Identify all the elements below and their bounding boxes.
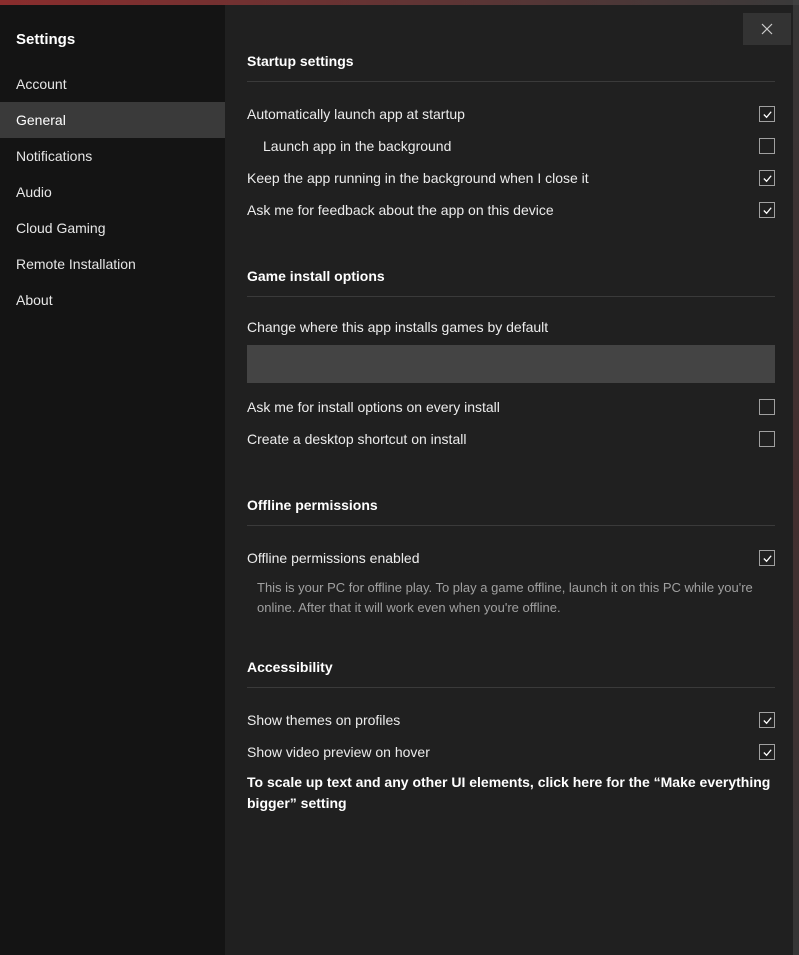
checkbox-feedback[interactable] [759,202,775,218]
label-themes: Show themes on profiles [247,712,400,728]
label-video-preview: Show video preview on hover [247,744,430,760]
right-edge-decoration [793,0,799,955]
checkbox-keep-running[interactable] [759,170,775,186]
install-location-select[interactable] [247,345,775,383]
label-desktop-shortcut: Create a desktop shortcut on install [247,431,466,447]
check-icon [762,715,773,726]
check-icon [762,109,773,120]
checkbox-desktop-shortcut[interactable] [759,431,775,447]
label-launch-bg: Launch app in the background [247,138,451,154]
row-ask-options: Ask me for install options on every inst… [247,391,775,423]
row-offline-enabled: Offline permissions enabled [247,542,775,574]
close-icon [761,23,773,35]
checkbox-launch-bg[interactable] [759,138,775,154]
checkbox-themes[interactable] [759,712,775,728]
row-auto-launch: Automatically launch app at startup [247,98,775,130]
sidebar-title: Settings [0,23,225,66]
section-install: Game install options Change where this a… [247,268,775,455]
scale-settings-link[interactable]: To scale up text and any other UI elemen… [247,768,775,814]
checkbox-offline-enabled[interactable] [759,550,775,566]
checkbox-auto-launch[interactable] [759,106,775,122]
check-icon [762,173,773,184]
settings-sidebar: Settings AccountGeneralNotificationsAudi… [0,5,225,955]
section-title-offline: Offline permissions [247,497,775,526]
sidebar-item-notifications[interactable]: Notifications [0,138,225,174]
section-startup: Startup settings Automatically launch ap… [247,53,775,226]
section-offline: Offline permissions Offline permissions … [247,497,775,617]
label-keep-running: Keep the app running in the background w… [247,170,589,186]
checkbox-video-preview[interactable] [759,744,775,760]
label-offline-enabled: Offline permissions enabled [247,550,420,566]
settings-content: Startup settings Automatically launch ap… [225,5,799,955]
section-title-install: Game install options [247,268,775,297]
row-launch-bg: Launch app in the background [247,130,775,162]
checkbox-ask-options[interactable] [759,399,775,415]
offline-helper-text: This is your PC for offline play. To pla… [247,574,775,617]
section-title-startup: Startup settings [247,53,775,82]
label-ask-options: Ask me for install options on every inst… [247,399,500,415]
close-button[interactable] [743,13,791,45]
section-title-accessibility: Accessibility [247,659,775,688]
row-themes: Show themes on profiles [247,704,775,736]
check-icon [762,747,773,758]
row-keep-running: Keep the app running in the background w… [247,162,775,194]
label-feedback: Ask me for feedback about the app on thi… [247,202,554,218]
sidebar-item-cloud-gaming[interactable]: Cloud Gaming [0,210,225,246]
label-change-location: Change where this app installs games by … [247,313,775,345]
section-accessibility: Accessibility Show themes on profiles Sh… [247,659,775,814]
row-video-preview: Show video preview on hover [247,736,775,768]
sidebar-item-general[interactable]: General [0,102,225,138]
sidebar-item-about[interactable]: About [0,282,225,318]
check-icon [762,553,773,564]
check-icon [762,205,773,216]
row-feedback: Ask me for feedback about the app on thi… [247,194,775,226]
label-auto-launch: Automatically launch app at startup [247,106,465,122]
sidebar-item-audio[interactable]: Audio [0,174,225,210]
row-desktop-shortcut: Create a desktop shortcut on install [247,423,775,455]
sidebar-item-account[interactable]: Account [0,66,225,102]
sidebar-item-remote-installation[interactable]: Remote Installation [0,246,225,282]
